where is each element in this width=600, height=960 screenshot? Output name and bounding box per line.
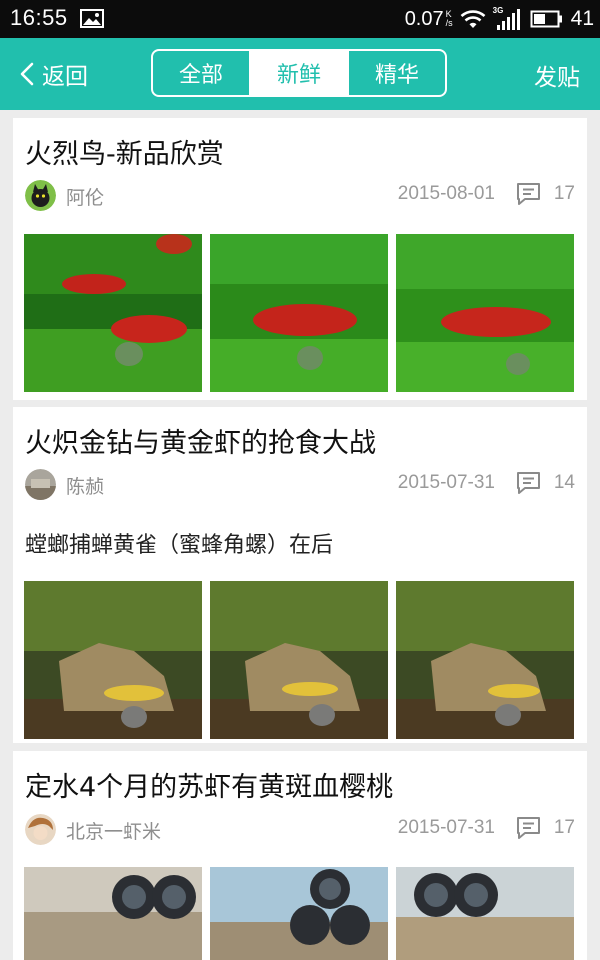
back-button[interactable]: 返回 [20,58,88,90]
wifi-icon [460,10,486,28]
post-author[interactable]: 北京一虾米 [66,817,161,844]
post-author[interactable]: 阿伦 [66,183,104,210]
post-meta: 陈赪 2015-07-31 14 [25,469,575,501]
comment-count: 14 [553,472,575,493]
tube-photo[interactable] [210,867,388,960]
tank-photo[interactable] [24,581,202,739]
signal-icon: 3G [493,6,523,31]
comment-count: 17 [553,817,575,838]
status-time: 16:55 [10,5,68,30]
status-bar: 16:55 0.07 K /s 3G 41 [0,0,600,38]
post-card[interactable]: 定水4个月的苏虾有黄斑血樱桃 北京一虾米 2015-07-31 17 [13,751,587,960]
shrimp-photo[interactable] [396,234,574,392]
avatar[interactable] [25,469,56,500]
shrimp-photo[interactable] [210,234,388,392]
post-feed[interactable]: 火烈鸟-新品欣赏 阿伦 2015-08-01 17 火炽金钻与黄金虾的抢食大战 … [0,110,600,960]
network-speed-value: 0.07 [404,7,444,30]
chevron-left-icon [20,62,34,86]
tab-featured[interactable]: 精华 [347,51,445,95]
post-title[interactable]: 火炽金钻与黄金虾的抢食大战 [25,421,376,460]
post-thumbnails [24,234,574,392]
comment-icon [517,817,540,839]
battery-icon [530,10,562,28]
post-date: 2015-08-01 [397,183,495,204]
tank-photo[interactable] [396,581,574,739]
network-speed-unit-bottom: /s [445,17,453,28]
feed-filter-tabs: 全部 新鲜 精华 [151,49,447,97]
tab-fresh[interactable]: 新鲜 [249,51,347,95]
comment-icon [517,472,540,494]
network-speed: 0.07 K /s [405,8,453,31]
tank-photo[interactable] [210,581,388,739]
post-title[interactable]: 火烈鸟-新品欣赏 [25,132,224,171]
post-card[interactable]: 火烈鸟-新品欣赏 阿伦 2015-08-01 17 [13,118,587,400]
post-title[interactable]: 定水4个月的苏虾有黄斑血樱桃 [25,765,393,804]
new-post-button[interactable]: 发贴 [534,58,580,92]
post-date: 2015-07-31 [397,472,495,493]
image-icon [80,9,104,28]
post-meta: 北京一虾米 2015-07-31 17 [25,814,575,846]
post-meta: 阿伦 2015-08-01 17 [25,180,575,212]
shrimp-photo[interactable] [24,234,202,392]
tube-photo[interactable] [24,867,202,960]
post-thumbnails [24,581,574,739]
avatar[interactable] [25,180,56,211]
post-thumbnails [24,867,574,960]
post-card[interactable]: 火炽金钻与黄金虾的抢食大战 陈赪 2015-07-31 14 螳螂捕蝉黄雀（蜜蜂… [13,407,587,743]
comment-count: 17 [553,183,575,204]
post-snippet[interactable]: 螳螂捕蝉黄雀（蜜蜂角螺）在后 [25,527,333,559]
post-author[interactable]: 陈赪 [66,472,104,499]
network-speed-unit: K /s [445,9,453,28]
post-date: 2015-07-31 [397,817,495,838]
avatar[interactable] [25,814,56,845]
tab-all[interactable]: 全部 [153,51,249,95]
app-header: 返回 全部 新鲜 精华 发贴 [0,38,600,110]
battery-level: 41 [570,7,594,30]
comment-icon [517,183,540,205]
back-label: 返回 [42,64,88,90]
tube-photo[interactable] [396,867,574,960]
